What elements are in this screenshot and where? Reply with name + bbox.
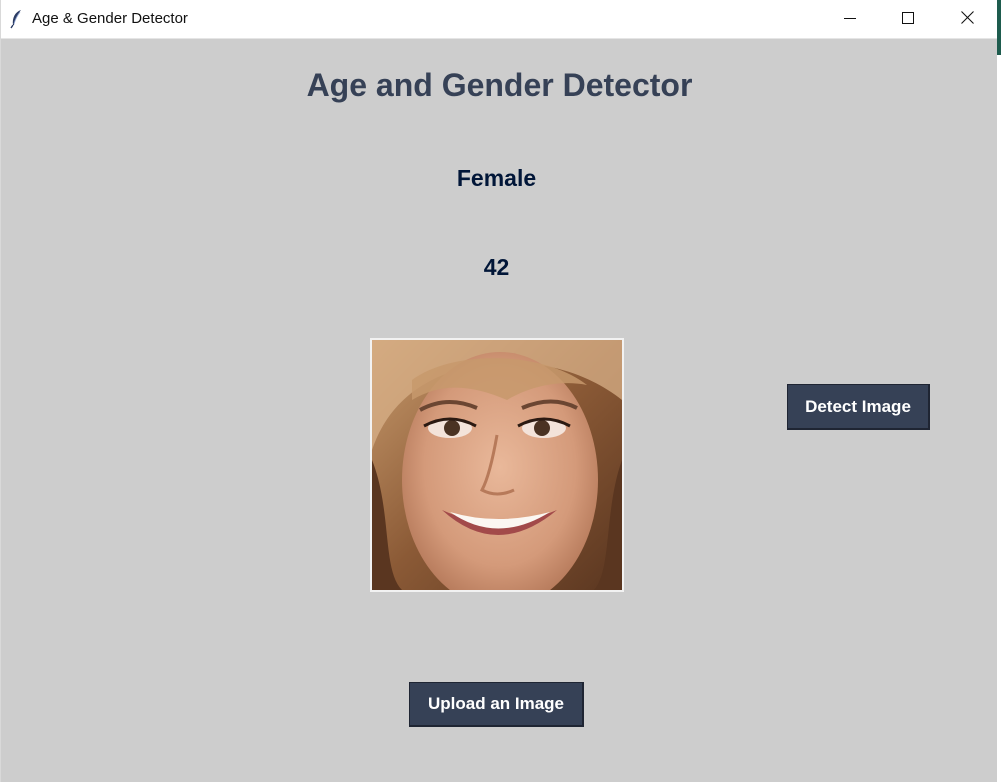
window-title: Age & Gender Detector — [32, 10, 188, 27]
close-button[interactable] — [939, 0, 995, 39]
title-bar[interactable]: Age & Gender Detector — [1, 0, 997, 39]
age-result-label: 42 — [483, 254, 510, 280]
minimize-icon — [844, 11, 856, 29]
background-window-edge — [997, 0, 1001, 782]
maximize-icon — [902, 11, 914, 29]
page-title: Age and Gender Detector — [306, 67, 693, 103]
upload-image-button[interactable]: Upload an Image — [409, 682, 584, 727]
detect-image-button[interactable]: Detect Image — [787, 384, 930, 430]
maximize-button[interactable] — [880, 0, 936, 39]
app-window: Age & Gender Detector Age and Gender Det… — [0, 0, 997, 782]
minimize-button[interactable] — [822, 0, 878, 39]
background-window-accent — [997, 0, 1001, 55]
feather-icon — [9, 9, 25, 29]
close-icon — [960, 10, 974, 29]
uploaded-face-image — [370, 338, 624, 592]
gender-result-label: Female — [456, 165, 537, 191]
